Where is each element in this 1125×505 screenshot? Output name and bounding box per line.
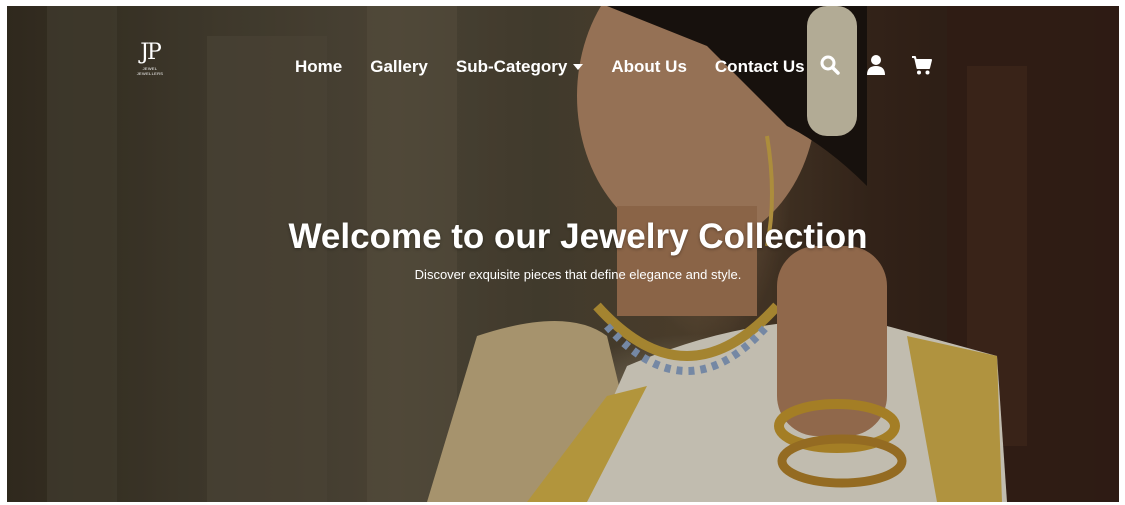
search-icon[interactable]: [819, 54, 841, 76]
nav-item-home[interactable]: Home: [295, 56, 342, 78]
nav-item-label: Sub-Category: [455, 57, 568, 76]
nav-item-gallery[interactable]: Gallery: [370, 56, 428, 78]
nav-item-sub-category[interactable]: Sub-Category: [455, 56, 584, 78]
top-navbar: JP JEWEL JEWELLERS Home Gallery Sub-Cate…: [7, 40, 1119, 94]
nav-item-label: About Us: [611, 57, 687, 76]
cart-icon[interactable]: [911, 54, 933, 76]
nav-menu: Home Gallery Sub-Category About Us Conta…: [295, 56, 805, 78]
caret-down-icon: [573, 64, 584, 70]
nav-item-about-us[interactable]: About Us: [611, 56, 687, 78]
hero-title: Welcome to our Jewelry Collection: [288, 217, 868, 256]
nav-item-label: Contact Us: [714, 57, 805, 76]
brand-logo[interactable]: JP JEWEL JEWELLERS: [135, 40, 165, 86]
nav-item-contact-us[interactable]: Contact Us: [715, 56, 805, 78]
hero-text-block: Welcome to our Jewelry Collection Discov…: [7, 216, 1119, 284]
logo-mark: JP: [140, 40, 162, 65]
nav-icons: [819, 54, 933, 76]
hero-section: JP JEWEL JEWELLERS Home Gallery Sub-Cate…: [7, 6, 1119, 502]
logo-subtext: JEWEL JEWELLERS: [136, 66, 164, 76]
nav-item-label: Gallery: [370, 57, 428, 76]
hero-subtitle: Discover exquisite pieces that define el…: [414, 267, 742, 282]
user-icon[interactable]: [865, 54, 887, 76]
nav-item-label: Home: [295, 57, 343, 76]
